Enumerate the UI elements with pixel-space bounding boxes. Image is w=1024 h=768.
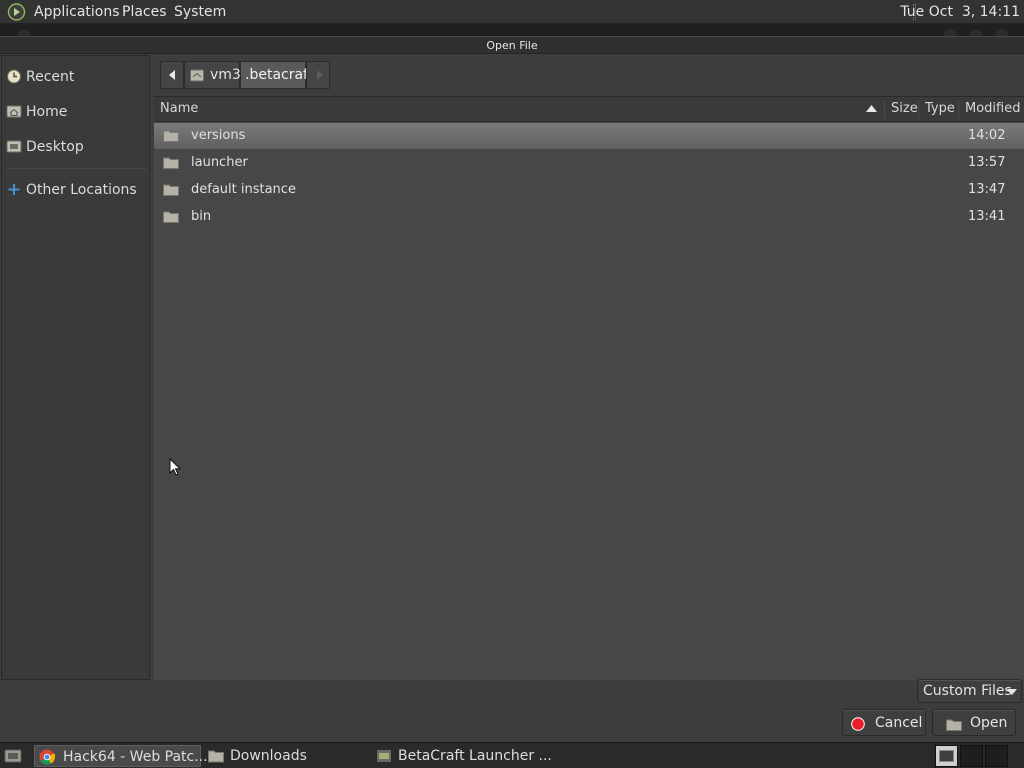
sidebar-item-label: Home xyxy=(26,104,68,120)
taskbar-task-chrome[interactable]: Hack64 - Web Patc... xyxy=(34,745,208,767)
places-sidebar: Recent Home Desktop Other Locations xyxy=(1,55,150,680)
open-label: Open xyxy=(970,715,1008,731)
column-header-name[interactable]: Name xyxy=(160,101,198,116)
folder-icon xyxy=(163,130,179,142)
sidebar-item-label: Desktop xyxy=(26,139,84,155)
plus-icon xyxy=(8,184,20,195)
file-row[interactable]: launcher 13:57 xyxy=(154,150,1024,176)
file-modified: 13:47 xyxy=(968,182,1006,197)
file-list[interactable]: Name Size Type Modified versions 14:02 l… xyxy=(154,96,1024,680)
file-filter-combo[interactable]: Custom Files xyxy=(917,679,1022,703)
path-segment-betacraft[interactable]: .betacraft xyxy=(240,61,313,89)
folder-icon xyxy=(208,750,224,763)
cancel-button[interactable]: Cancel xyxy=(842,709,926,736)
chevron-down-icon xyxy=(1007,689,1017,695)
taskbar-task-downloads[interactable]: Downloads xyxy=(204,745,364,767)
workspace-switcher-2[interactable] xyxy=(960,745,983,767)
chrome-icon xyxy=(39,749,55,765)
file-name: launcher xyxy=(191,155,248,170)
column-header-modified[interactable]: Modified xyxy=(965,101,1020,116)
system-menu[interactable]: System xyxy=(174,4,226,20)
recent-icon xyxy=(7,69,21,84)
open-button[interactable]: Open xyxy=(932,709,1016,736)
open-folder-icon xyxy=(946,719,962,731)
column-divider xyxy=(958,100,959,118)
cancel-label: Cancel xyxy=(875,715,923,731)
home-folder-icon xyxy=(190,69,204,82)
path-back-button[interactable] xyxy=(160,61,184,89)
cancel-icon xyxy=(851,717,865,731)
folder-icon xyxy=(163,211,179,223)
file-modified: 13:57 xyxy=(968,155,1006,170)
sidebar-item-desktop[interactable]: Desktop xyxy=(2,132,149,162)
file-modified: 13:41 xyxy=(968,209,1006,224)
file-row[interactable]: bin 13:41 xyxy=(154,204,1024,230)
path-segment-label: vm3 xyxy=(210,67,241,83)
file-name: default instance xyxy=(191,182,296,197)
clock[interactable]: Tue Oct 3, 14:11 xyxy=(900,4,1020,20)
workspace-switcher-1[interactable] xyxy=(935,745,958,767)
dialog-titlebar[interactable]: Open File xyxy=(0,36,1024,54)
folder-icon xyxy=(163,157,179,169)
sort-ascending-icon xyxy=(866,105,877,112)
folder-icon xyxy=(163,184,179,196)
system-logo-icon[interactable] xyxy=(7,3,26,21)
sidebar-item-home[interactable]: Home xyxy=(2,97,149,127)
sidebar-divider xyxy=(6,168,147,169)
sidebar-item-recent[interactable]: Recent xyxy=(2,62,149,92)
places-menu[interactable]: Places xyxy=(122,4,167,20)
dialog-title: Open File xyxy=(486,39,538,52)
sidebar-item-label: Other Locations xyxy=(26,182,137,198)
background-window-strip xyxy=(0,24,1024,41)
home-folder-icon xyxy=(6,105,22,118)
sidebar-item-other-locations[interactable]: Other Locations xyxy=(2,175,149,205)
open-file-dialog: Open File Recent Home Desktop Other Loca… xyxy=(0,36,1024,742)
file-filter-label: Custom Files xyxy=(923,683,1012,699)
path-segment-label: .betacraft xyxy=(245,67,314,83)
taskbar-task-label: Downloads xyxy=(230,748,307,764)
column-header-type[interactable]: Type xyxy=(925,101,955,116)
column-divider xyxy=(884,100,885,118)
chevron-right-icon xyxy=(317,70,323,80)
file-row[interactable]: versions 14:02 xyxy=(154,123,1024,149)
show-desktop-icon[interactable] xyxy=(4,748,22,764)
chevron-left-icon xyxy=(169,70,175,80)
file-row[interactable]: default instance 13:47 xyxy=(154,177,1024,203)
desktop-icon xyxy=(6,140,22,153)
file-name: bin xyxy=(191,209,212,224)
top-panel: Applications Places System Tue Oct 3, 14… xyxy=(0,0,1024,24)
taskbar: Hack64 - Web Patc... Downloads BetaCraft… xyxy=(0,742,1024,768)
workspace-switcher-3[interactable] xyxy=(985,745,1008,767)
column-header-size[interactable]: Size xyxy=(891,101,918,116)
mouse-pointer-icon xyxy=(169,458,181,476)
file-list-header: Name Size Type Modified xyxy=(154,97,1024,122)
path-forward-button[interactable] xyxy=(306,61,330,89)
sidebar-item-label: Recent xyxy=(26,69,75,85)
taskbar-task-label: BetaCraft Launcher ... xyxy=(398,748,552,764)
column-divider xyxy=(918,100,919,118)
file-name: versions xyxy=(191,128,246,143)
applications-menu[interactable]: Applications xyxy=(34,4,120,20)
workspace-window-thumbnail xyxy=(939,750,954,762)
path-segment-vm3[interactable]: vm3 xyxy=(184,61,241,89)
taskbar-task-betacraft[interactable]: BetaCraft Launcher ... xyxy=(372,745,552,767)
file-modified: 14:02 xyxy=(968,128,1006,143)
betacraft-icon xyxy=(377,750,391,762)
taskbar-task-label: Hack64 - Web Patc... xyxy=(63,749,208,765)
